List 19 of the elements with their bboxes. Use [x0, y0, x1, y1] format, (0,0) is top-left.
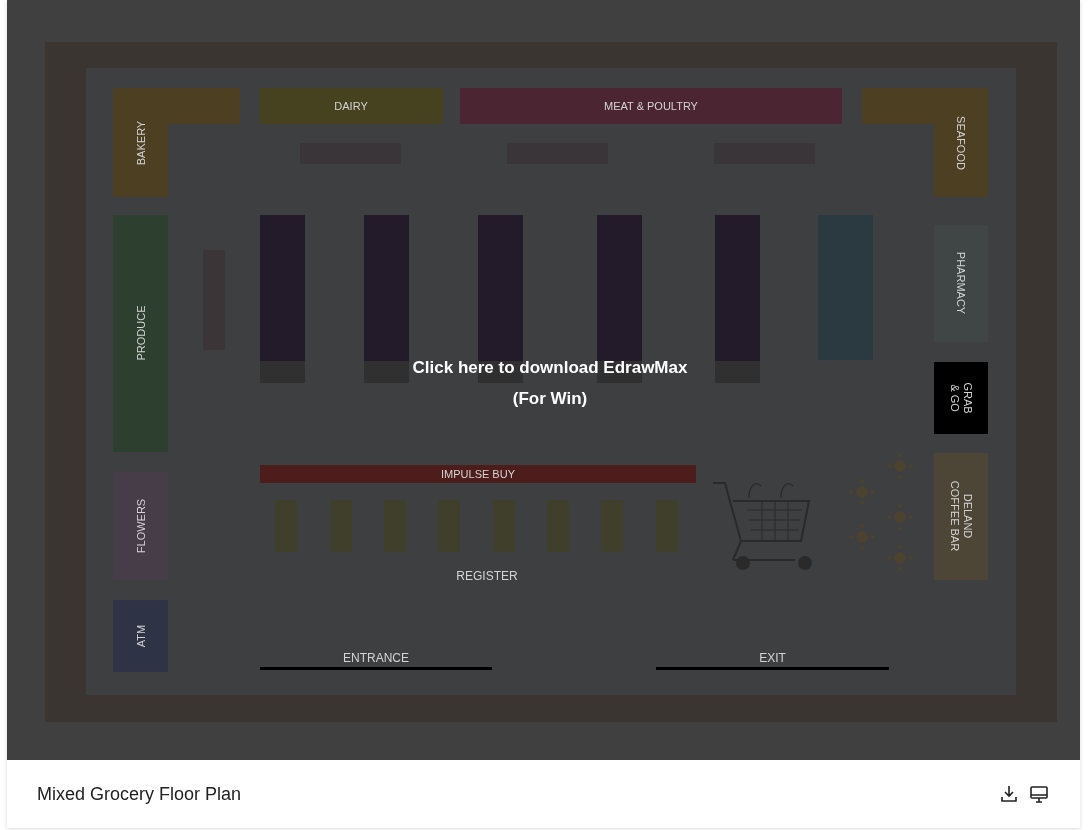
door-label: EXIT — [759, 651, 786, 665]
store-section: SEAFOOD — [862, 88, 988, 197]
store-section: MEAT & POULTRY — [460, 88, 842, 124]
template-preview[interactable]: BAKERY DAIRY MEAT & POULTRY SEAFOOD PRODUCE PHARMACY GRAB & GO FLOWERS ATM DELAND COFFEE BAR IMPULSE BUY REGISTER ENTRANCE EXIT Click here to download EdrawMax (For Win) — [7, 0, 1080, 760]
store-section: ATM — [113, 600, 168, 672]
store-section: BAKERY — [113, 88, 240, 197]
template-title: Mixed Grocery Floor Plan — [37, 782, 242, 806]
store-section: DELAND COFFEE BAR — [934, 453, 988, 580]
download-link[interactable]: Click here to download EdrawMax (For Win) — [350, 352, 750, 414]
store-section: IMPULSE BUY — [260, 465, 696, 483]
store-section: GRAB & GO — [934, 362, 988, 434]
store-section: PHARMACY — [934, 225, 988, 342]
door-label: ENTRANCE — [343, 651, 409, 665]
store-section: PRODUCE — [113, 215, 168, 452]
register-label: REGISTER — [456, 569, 518, 583]
store-section: FLOWERS — [113, 472, 168, 580]
download-icon[interactable] — [998, 783, 1020, 805]
monitor-icon[interactable] — [1028, 783, 1050, 805]
store-section: DAIRY — [260, 88, 443, 124]
